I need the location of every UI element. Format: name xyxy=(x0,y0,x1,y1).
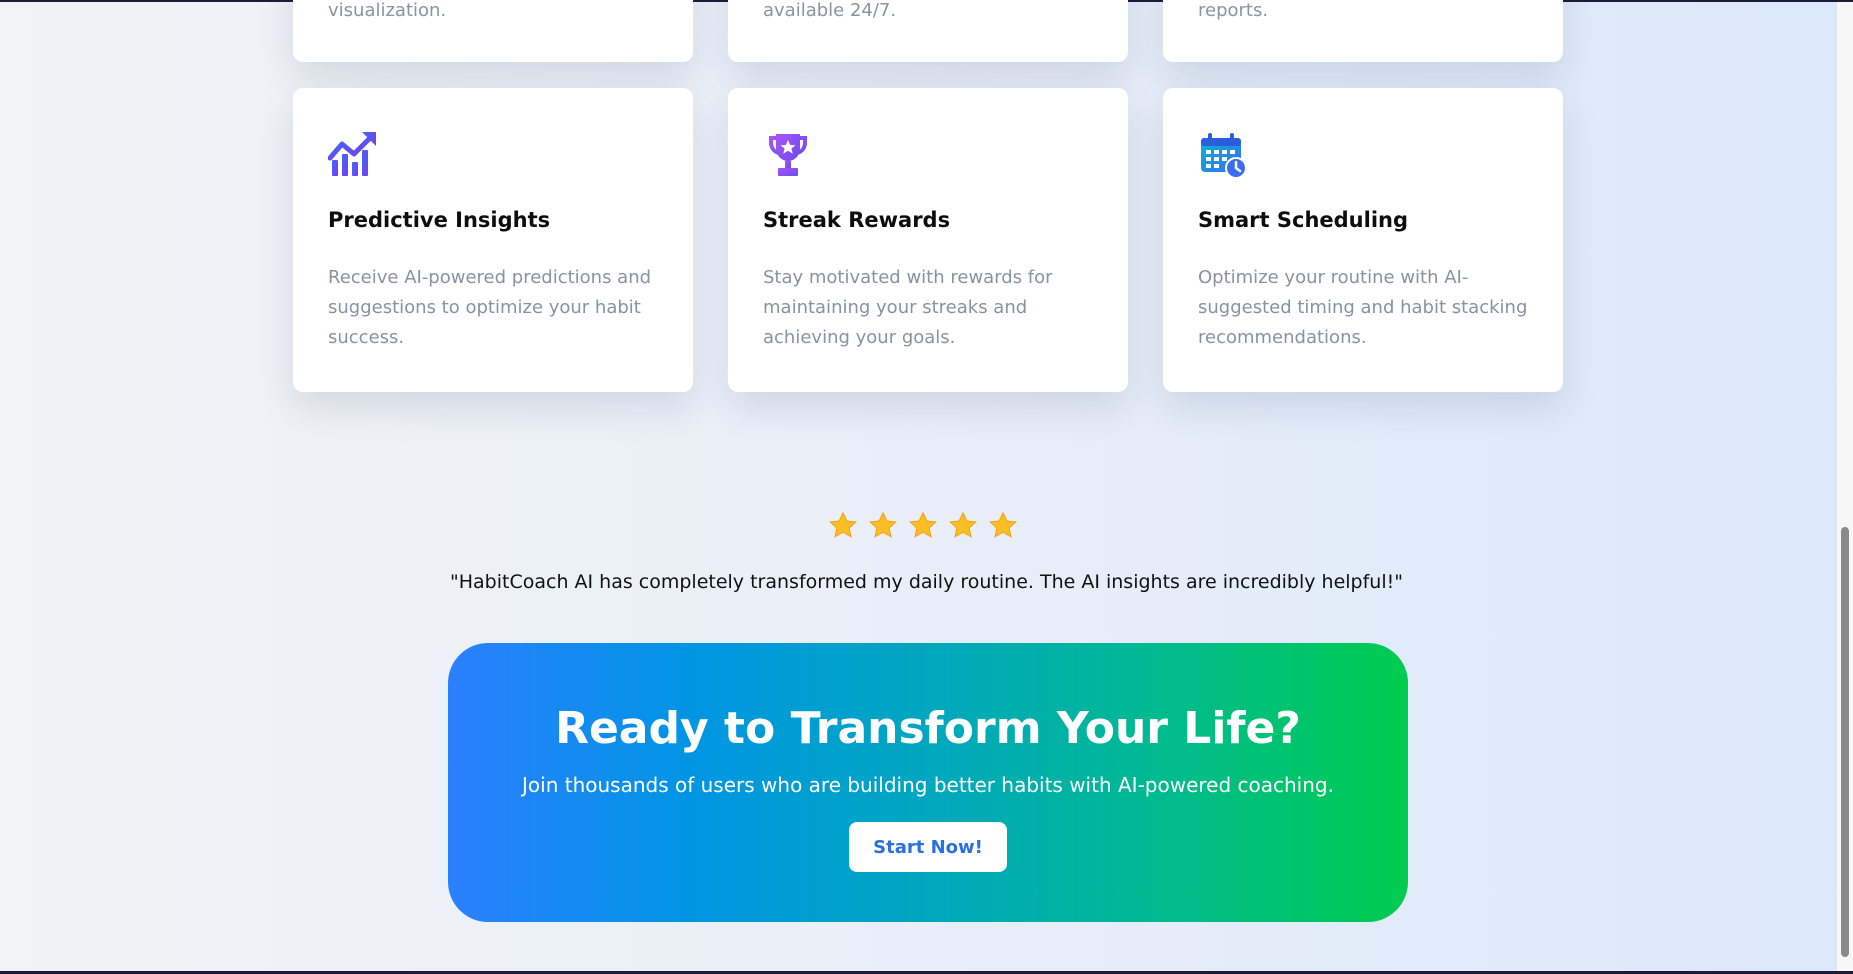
star-icon xyxy=(829,511,857,538)
star-icon xyxy=(989,511,1017,538)
trending-up-chart-icon xyxy=(327,130,378,180)
vertical-scrollbar[interactable] xyxy=(1836,2,1853,971)
trophy-icon xyxy=(763,130,813,180)
feature-description: Receive AI-powered predictions and sugge… xyxy=(328,267,652,348)
cta-banner: Ready to Transform Your Life? Join thous… xyxy=(448,643,1408,922)
card-description-tail: available 24/7. xyxy=(763,0,897,21)
star-icon xyxy=(909,511,937,538)
star-icon xyxy=(869,511,897,538)
rating-stars xyxy=(828,511,1028,551)
start-now-button[interactable]: Start Now! xyxy=(849,822,1007,872)
feature-card-partial-3: reports. xyxy=(1163,0,1563,62)
scrollbar-thumb[interactable] xyxy=(1841,527,1849,957)
card-description-tail: reports. xyxy=(1198,0,1269,21)
calendar-clock-icon xyxy=(1198,130,1248,180)
testimonial-quote: "HabitCoach AI has completely transforme… xyxy=(450,571,1403,593)
cta-title: Ready to Transform Your Life? xyxy=(555,703,1301,754)
feature-title: Predictive Insights xyxy=(328,208,551,232)
feature-card-streak-rewards: Streak Rewards Stay motivated with rewar… xyxy=(728,88,1128,392)
feature-card-smart-scheduling: Smart Scheduling Optimize your routine w… xyxy=(1163,88,1563,392)
feature-description: Optimize your routine with AI-suggested … xyxy=(1198,267,1528,348)
feature-title: Streak Rewards xyxy=(763,208,951,232)
star-icon xyxy=(949,511,977,538)
cta-subtitle: Join thousands of users who are building… xyxy=(522,773,1334,797)
card-description-tail: visualization. xyxy=(328,0,447,21)
feature-title: Smart Scheduling xyxy=(1198,208,1409,232)
feature-card-partial-2: available 24/7. xyxy=(728,0,1128,62)
feature-description: Stay motivated with rewards for maintain… xyxy=(763,267,1053,348)
feature-card-predictive-insights: Predictive Insights Receive AI-powered p… xyxy=(293,88,693,392)
feature-card-partial-1: visualization. xyxy=(293,0,693,62)
